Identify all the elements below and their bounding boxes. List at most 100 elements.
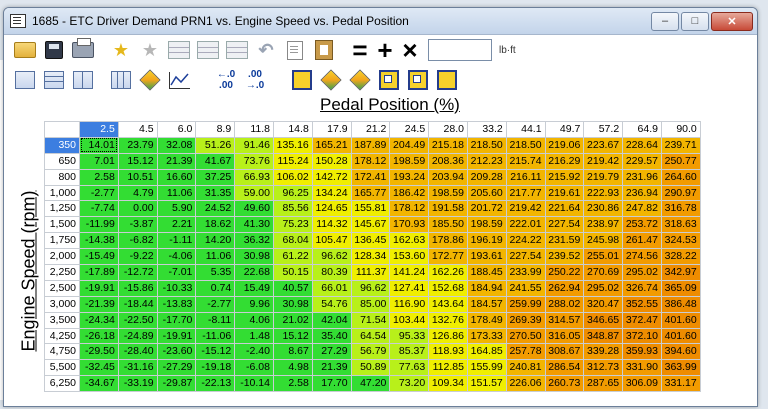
graph-view-button[interactable] xyxy=(166,67,192,93)
table-cell[interactable]: 257.78 xyxy=(505,343,546,361)
table-cell[interactable]: 30.98 xyxy=(234,248,274,266)
x-axis-header[interactable]: 64.9 xyxy=(622,121,662,138)
table-cell[interactable]: 219.42 xyxy=(583,152,624,170)
table-cell[interactable]: -33.19 xyxy=(117,375,158,393)
table-cell[interactable]: -6.82 xyxy=(117,232,158,250)
y-axis-header[interactable]: 1,500 xyxy=(44,216,80,234)
split-vertical-button[interactable] xyxy=(70,67,96,93)
table-cell[interactable]: -2.77 xyxy=(195,295,236,313)
table-cell[interactable]: 73.20 xyxy=(389,375,430,393)
table-cell[interactable]: 318.63 xyxy=(660,216,701,234)
compare-table-3-button[interactable] xyxy=(224,37,250,63)
table-cell[interactable]: 372.47 xyxy=(622,311,662,329)
table-cell[interactable]: 128.34 xyxy=(350,248,391,266)
table-cell[interactable]: 401.60 xyxy=(660,311,701,329)
table-cell[interactable]: 4.79 xyxy=(117,184,158,202)
save-button[interactable] xyxy=(41,37,67,63)
table-cell[interactable]: 47.20 xyxy=(350,375,391,393)
table-cell[interactable]: 209.28 xyxy=(466,168,507,186)
table-cell[interactable]: 112.85 xyxy=(428,359,468,377)
table-cell[interactable]: 290.97 xyxy=(660,184,701,202)
fill-down-button[interactable] xyxy=(347,67,373,93)
table-cell[interactable]: 193.24 xyxy=(389,168,430,186)
table-cell[interactable]: 295.02 xyxy=(583,279,624,297)
table-cell[interactable]: 103.44 xyxy=(389,311,430,329)
table-cell[interactable]: -13.83 xyxy=(156,295,197,313)
table-cell[interactable]: 223.67 xyxy=(583,136,624,154)
table-cell[interactable]: 14.20 xyxy=(195,232,236,250)
table-cell[interactable]: 41.30 xyxy=(234,216,274,234)
table-cell[interactable]: 4.98 xyxy=(272,359,313,377)
table-cell[interactable]: 261.47 xyxy=(622,232,662,250)
table-cell[interactable]: 16.60 xyxy=(156,168,197,186)
table-cell[interactable]: 172.41 xyxy=(350,168,391,186)
table-cell[interactable]: 231.59 xyxy=(544,232,585,250)
table-cell[interactable]: 245.98 xyxy=(583,232,624,250)
compare-table-2-button[interactable] xyxy=(195,37,221,63)
table-cell[interactable]: -10.33 xyxy=(156,279,197,297)
table-cell[interactable]: -15.12 xyxy=(195,343,236,361)
table-cell[interactable]: 186.42 xyxy=(389,184,430,202)
view-table-button[interactable] xyxy=(12,67,38,93)
table-cell[interactable]: 155.81 xyxy=(350,200,391,218)
equals-button[interactable]: = xyxy=(349,37,371,63)
y-axis-header[interactable]: 4,750 xyxy=(44,343,80,361)
table-cell[interactable]: 173.33 xyxy=(466,327,507,345)
table-cell[interactable]: 150.28 xyxy=(311,152,352,170)
table-cell[interactable]: 35.40 xyxy=(311,327,352,345)
table-cell[interactable]: 2.58 xyxy=(272,375,313,393)
paste-button[interactable] xyxy=(311,37,337,63)
table-cell[interactable]: 198.59 xyxy=(466,216,507,234)
table-cell[interactable]: 328.22 xyxy=(660,248,701,266)
table-cell[interactable]: -6.08 xyxy=(234,359,274,377)
table-cell[interactable]: 127.41 xyxy=(389,279,430,297)
table-cell[interactable]: -12.72 xyxy=(117,264,158,281)
table-cell[interactable]: 141.24 xyxy=(389,264,430,281)
y-axis-header[interactable]: 3,500 xyxy=(44,311,80,329)
table-cell[interactable]: -7.01 xyxy=(156,264,197,281)
x-axis-header[interactable]: 14.8 xyxy=(272,121,313,138)
table-cell[interactable]: 64.54 xyxy=(350,327,391,345)
table-cell[interactable]: -11.06 xyxy=(195,327,236,345)
x-axis-header[interactable]: 57.2 xyxy=(583,121,624,138)
y-axis-header[interactable]: 6,250 xyxy=(44,375,80,393)
table-cell[interactable]: 37.25 xyxy=(195,168,236,186)
table-cell[interactable]: -34.67 xyxy=(79,375,119,393)
table-cell[interactable]: 21.39 xyxy=(156,152,197,170)
table-cell[interactable]: 143.64 xyxy=(428,295,468,313)
table-cell[interactable]: -22.50 xyxy=(117,311,158,329)
table-cell[interactable]: 270.50 xyxy=(505,327,546,345)
table-cell[interactable]: 95.33 xyxy=(389,327,430,345)
table-cell[interactable]: 259.99 xyxy=(505,295,546,313)
x-axis-header[interactable]: 8.9 xyxy=(195,121,236,138)
y-axis-header[interactable]: 2,500 xyxy=(44,279,80,297)
x-axis-header[interactable]: 2.5 xyxy=(79,121,119,138)
table-cell[interactable]: 269.39 xyxy=(505,311,546,329)
table-cell[interactable]: 218.50 xyxy=(466,136,507,154)
table-cell[interactable]: 41.67 xyxy=(195,152,236,170)
table-cell[interactable]: 184.57 xyxy=(466,295,507,313)
table-cell[interactable]: -24.34 xyxy=(79,311,119,329)
table-cell[interactable]: 132.76 xyxy=(428,311,468,329)
table-cell[interactable]: 287.65 xyxy=(583,375,624,393)
table-cell[interactable]: 111.37 xyxy=(350,264,391,281)
table-cell[interactable]: 162.63 xyxy=(389,232,430,250)
table-cell[interactable]: 216.11 xyxy=(505,168,546,186)
table-cell[interactable]: 260.73 xyxy=(544,375,585,393)
maximize-button[interactable]: □ xyxy=(681,11,709,31)
close-button[interactable]: ✕ xyxy=(711,11,753,31)
table-cell[interactable]: 342.97 xyxy=(660,264,701,281)
table-cell[interactable]: 219.06 xyxy=(544,136,585,154)
y-axis-header[interactable]: 1,000 xyxy=(44,184,80,202)
table-cell[interactable]: 359.93 xyxy=(622,343,662,361)
table-cell[interactable]: 162.26 xyxy=(428,264,468,281)
y-axis-header[interactable]: 2,250 xyxy=(44,264,80,281)
table-cell[interactable]: 198.59 xyxy=(389,152,430,170)
x-axis-header[interactable]: 44.1 xyxy=(505,121,546,138)
table-cell[interactable]: 142.72 xyxy=(311,168,352,186)
table-cell[interactable]: 352.55 xyxy=(622,295,662,313)
table-cell[interactable]: 348.87 xyxy=(583,327,624,345)
table-cell[interactable]: 31.35 xyxy=(195,184,236,202)
table-cell[interactable]: 188.45 xyxy=(466,264,507,281)
table-cell[interactable]: 11.06 xyxy=(156,184,197,202)
